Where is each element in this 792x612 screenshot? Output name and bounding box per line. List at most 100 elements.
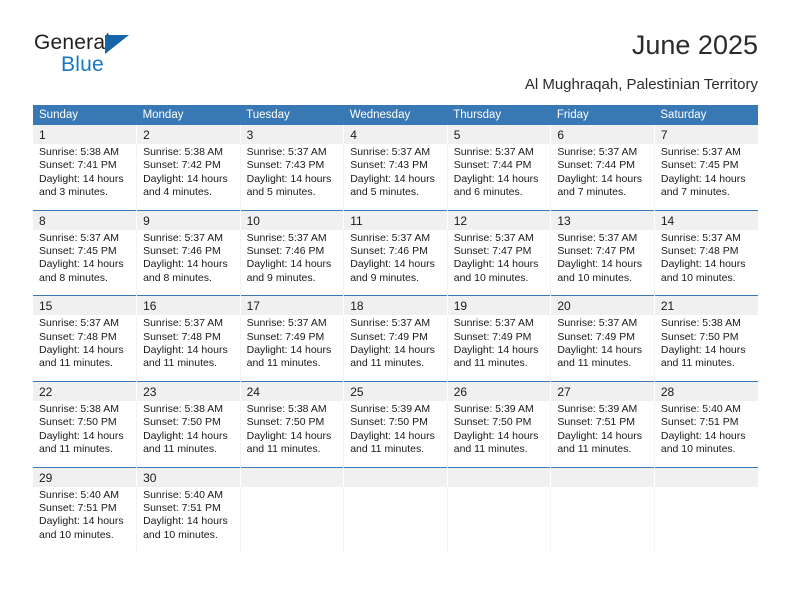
day-number[interactable]: 5 (447, 125, 552, 144)
daylight-text-line2: and 10 minutes. (39, 528, 114, 541)
day-cell[interactable]: Sunrise: 5:37 AM Sunset: 7:44 PM Dayligh… (550, 144, 655, 211)
sunrise-text: Sunrise: 5:39 AM (453, 402, 534, 415)
day-cell[interactable]: Sunrise: 5:37 AM Sunset: 7:45 PM Dayligh… (33, 229, 138, 296)
day-number[interactable]: 12 (447, 209, 552, 230)
daylight-text-line2: and 9 minutes. (246, 271, 316, 284)
day-number[interactable]: 11 (343, 209, 448, 230)
week-row-details: Sunrise: 5:38 AM Sunset: 7:41 PM Dayligh… (33, 144, 758, 211)
day-cell[interactable]: Sunrise: 5:37 AM Sunset: 7:44 PM Dayligh… (447, 144, 552, 211)
sunset-text: Sunset: 7:42 PM (143, 159, 221, 172)
day-number[interactable]: 19 (447, 295, 552, 316)
day-number[interactable]: 1 (33, 125, 138, 144)
sunset-text: Sunset: 7:49 PM (557, 330, 635, 343)
day-number[interactable]: 18 (343, 295, 448, 316)
sunset-text: Sunset: 7:51 PM (660, 416, 739, 429)
day-number[interactable]: 22 (33, 380, 138, 401)
day-number[interactable]: 23 (136, 380, 241, 401)
daylight-text-line1: Daylight: 14 hours (557, 429, 642, 442)
daylight-text-line1: Daylight: 14 hours (143, 258, 228, 271)
day-number-empty (550, 466, 655, 487)
day-number[interactable]: 21 (654, 295, 758, 316)
day-number[interactable]: 8 (33, 209, 138, 230)
day-number[interactable]: 10 (240, 209, 345, 230)
day-cell[interactable]: Sunrise: 5:40 AM Sunset: 7:51 PM Dayligh… (654, 400, 758, 467)
sunset-text: Sunset: 7:46 PM (143, 245, 221, 258)
sunset-text: Sunset: 7:51 PM (39, 501, 117, 514)
day-cell[interactable]: Sunrise: 5:37 AM Sunset: 7:46 PM Dayligh… (240, 229, 345, 296)
day-cell[interactable]: Sunrise: 5:40 AM Sunset: 7:51 PM Dayligh… (136, 486, 241, 553)
daylight-text-line1: Daylight: 14 hours (143, 172, 228, 185)
day-number[interactable]: 4 (343, 125, 448, 144)
day-number[interactable]: 29 (33, 466, 138, 487)
sunrise-text: Sunrise: 5:37 AM (39, 317, 119, 330)
daylight-text-line2: and 11 minutes. (246, 357, 321, 370)
day-cell[interactable]: Sunrise: 5:37 AM Sunset: 7:46 PM Dayligh… (343, 229, 448, 296)
day-number[interactable]: 17 (240, 295, 345, 316)
day-number[interactable]: 6 (550, 125, 655, 144)
calendar-grid: Sunday Monday Tuesday Wednesday Thursday… (33, 105, 758, 553)
day-cell-empty (654, 486, 758, 553)
weekday-header-saturday: Saturday (654, 105, 758, 125)
day-number[interactable]: 16 (136, 295, 241, 316)
daylight-text-line1: Daylight: 14 hours (246, 172, 332, 185)
logo-triangle-icon (105, 35, 129, 54)
day-cell[interactable]: Sunrise: 5:38 AM Sunset: 7:50 PM Dayligh… (240, 400, 345, 467)
daylight-text-line1: Daylight: 14 hours (660, 258, 746, 271)
day-cell[interactable]: Sunrise: 5:38 AM Sunset: 7:50 PM Dayligh… (654, 315, 758, 382)
day-number[interactable]: 7 (654, 125, 758, 144)
day-number[interactable]: 26 (447, 380, 552, 401)
day-cell[interactable]: Sunrise: 5:37 AM Sunset: 7:47 PM Dayligh… (550, 229, 655, 296)
sunrise-text: Sunrise: 5:38 AM (660, 317, 741, 330)
day-cell[interactable]: Sunrise: 5:37 AM Sunset: 7:43 PM Dayligh… (343, 144, 448, 211)
day-number[interactable]: 25 (343, 380, 448, 401)
day-cell[interactable]: Sunrise: 5:37 AM Sunset: 7:47 PM Dayligh… (447, 229, 552, 296)
day-cell[interactable]: Sunrise: 5:39 AM Sunset: 7:50 PM Dayligh… (343, 400, 448, 467)
day-cell[interactable]: Sunrise: 5:38 AM Sunset: 7:50 PM Dayligh… (33, 400, 138, 467)
day-cell[interactable]: Sunrise: 5:40 AM Sunset: 7:51 PM Dayligh… (33, 486, 138, 553)
day-number[interactable]: 15 (33, 295, 138, 316)
day-number[interactable]: 13 (550, 209, 655, 230)
day-cell[interactable]: Sunrise: 5:38 AM Sunset: 7:50 PM Dayligh… (136, 400, 241, 467)
week-row-details: Sunrise: 5:38 AM Sunset: 7:50 PM Dayligh… (33, 400, 758, 467)
general-blue-logo: General Blue (34, 31, 214, 83)
day-cell[interactable]: Sunrise: 5:39 AM Sunset: 7:50 PM Dayligh… (447, 400, 552, 467)
daylight-text-line2: and 11 minutes. (453, 357, 528, 370)
day-cell[interactable]: Sunrise: 5:37 AM Sunset: 7:49 PM Dayligh… (343, 315, 448, 382)
day-number[interactable]: 30 (136, 466, 241, 487)
daylight-text-line2: and 11 minutes. (143, 357, 217, 370)
day-cell[interactable]: Sunrise: 5:38 AM Sunset: 7:42 PM Dayligh… (136, 144, 241, 211)
day-cell[interactable]: Sunrise: 5:37 AM Sunset: 7:49 PM Dayligh… (240, 315, 345, 382)
day-number[interactable]: 27 (550, 380, 655, 401)
day-number[interactable]: 20 (550, 295, 655, 316)
day-number[interactable]: 24 (240, 380, 345, 401)
sunrise-text: Sunrise: 5:38 AM (39, 146, 119, 158)
daylight-text-line1: Daylight: 14 hours (453, 172, 539, 185)
day-number[interactable]: 28 (654, 380, 758, 401)
day-cell[interactable]: Sunrise: 5:37 AM Sunset: 7:45 PM Dayligh… (654, 144, 758, 211)
sunrise-text: Sunrise: 5:37 AM (557, 317, 638, 330)
daylight-text-line2: and 11 minutes. (350, 357, 425, 370)
day-cell[interactable]: Sunrise: 5:39 AM Sunset: 7:51 PM Dayligh… (550, 400, 655, 467)
day-number[interactable]: 14 (654, 209, 758, 230)
day-cell[interactable]: Sunrise: 5:37 AM Sunset: 7:43 PM Dayligh… (240, 144, 345, 211)
day-cell[interactable]: Sunrise: 5:37 AM Sunset: 7:48 PM Dayligh… (33, 315, 138, 382)
day-number[interactable]: 3 (240, 125, 345, 144)
sunset-text: Sunset: 7:45 PM (660, 159, 739, 172)
day-cell[interactable]: Sunrise: 5:37 AM Sunset: 7:49 PM Dayligh… (447, 315, 552, 382)
sunrise-text: Sunrise: 5:37 AM (246, 317, 327, 330)
day-number[interactable]: 2 (136, 125, 241, 144)
sunrise-text: Sunrise: 5:39 AM (557, 402, 638, 415)
sunrise-text: Sunrise: 5:37 AM (453, 317, 534, 330)
day-cell[interactable]: Sunrise: 5:37 AM Sunset: 7:46 PM Dayligh… (136, 229, 241, 296)
day-cell[interactable]: Sunrise: 5:37 AM Sunset: 7:48 PM Dayligh… (654, 229, 758, 296)
page-subtitle-location: Al Mughraqah, Palestinian Territory (524, 76, 758, 93)
day-cell[interactable]: Sunrise: 5:37 AM Sunset: 7:49 PM Dayligh… (550, 315, 655, 382)
sunset-text: Sunset: 7:45 PM (39, 245, 117, 258)
day-number[interactable]: 9 (136, 209, 241, 230)
week-row-daynums: 15 16 17 18 19 20 21 (33, 295, 758, 316)
day-number-empty (343, 466, 448, 487)
week-row-details: Sunrise: 5:40 AM Sunset: 7:51 PM Dayligh… (33, 486, 758, 553)
day-cell[interactable]: Sunrise: 5:37 AM Sunset: 7:48 PM Dayligh… (136, 315, 241, 382)
day-cell[interactable]: Sunrise: 5:38 AM Sunset: 7:41 PM Dayligh… (33, 144, 138, 211)
week-row-daynums: 22 23 24 25 26 27 28 (33, 380, 758, 401)
